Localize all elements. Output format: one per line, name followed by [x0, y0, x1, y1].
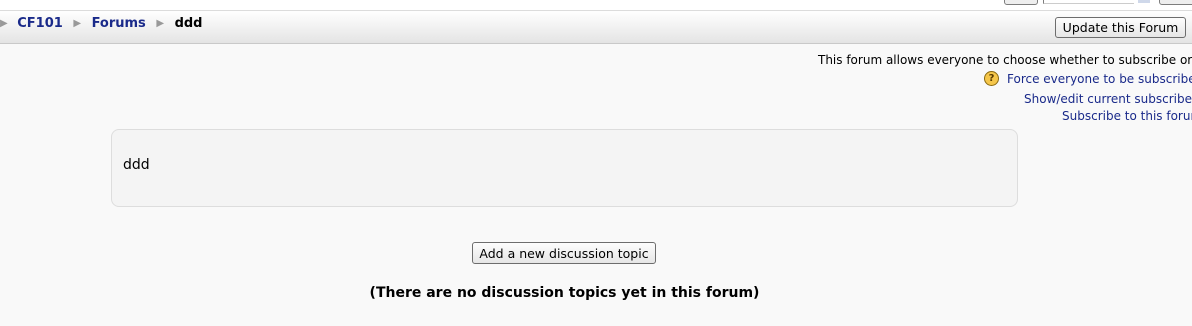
breadcrumb-separator-icon: ▶	[156, 18, 165, 29]
header-button-fragment[interactable]	[1159, 0, 1192, 5]
header-button-fragment[interactable]	[1004, 0, 1038, 5]
breadcrumb-course-link[interactable]: CF101	[17, 16, 63, 31]
forum-intro-box: ddd	[111, 129, 1018, 207]
update-forum-button[interactable]: Update this Forum	[1055, 17, 1186, 38]
forum-intro-text: ddd	[123, 157, 150, 173]
header-input-fragment[interactable]	[1043, 0, 1134, 4]
breadcrumb-separator-icon: ▶	[0, 18, 8, 29]
empty-topics-message: (There are no discussion topics yet in t…	[369, 285, 760, 301]
show-subscribers-row: Show/edit current subscribers	[1024, 92, 1192, 106]
subscription-info-text: This forum allows everyone to choose whe…	[818, 53, 1192, 67]
top-header-strip	[0, 0, 1192, 11]
breadcrumb-forums-link[interactable]: Forums	[92, 16, 146, 31]
breadcrumb-current: ddd	[174, 16, 203, 31]
force-subscribe-row: ? Force everyone to be subscribec	[984, 71, 1192, 87]
subscribe-link[interactable]: Subscribe to this forum	[1062, 109, 1192, 123]
breadcrumb: ▶ CF101 ▶ Forums ▶ ddd	[0, 16, 202, 31]
subscribe-row: Subscribe to this forum	[1062, 109, 1192, 123]
force-subscribe-link[interactable]: Force everyone to be subscribec	[1007, 72, 1192, 86]
navigation-bar: ▶ CF101 ▶ Forums ▶ ddd Update this Forum	[0, 11, 1192, 44]
add-discussion-topic-button[interactable]: Add a new discussion topic	[472, 242, 656, 264]
help-icon[interactable]: ?	[984, 71, 999, 86]
header-icon-fragment	[1138, 0, 1150, 3]
breadcrumb-separator-icon: ▶	[73, 18, 82, 29]
show-subscribers-link[interactable]: Show/edit current subscribers	[1024, 92, 1192, 106]
